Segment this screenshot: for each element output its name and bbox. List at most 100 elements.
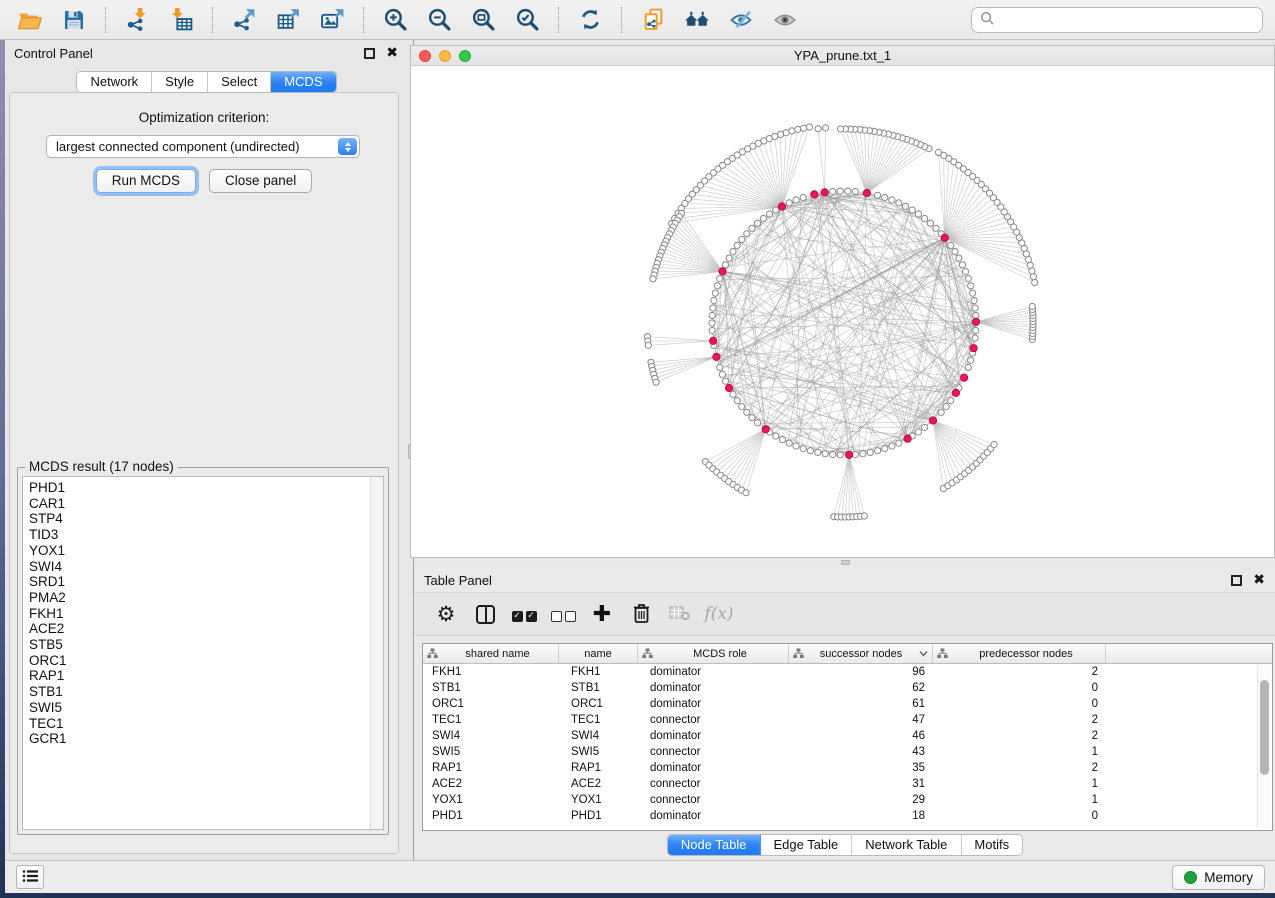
mcds-result-item[interactable]: YOX1 — [29, 543, 383, 559]
network-node[interactable] — [717, 276, 723, 282]
network-node[interactable] — [837, 188, 843, 194]
network-node[interactable] — [806, 124, 812, 130]
search-box[interactable] — [971, 7, 1263, 33]
table-cell[interactable]: dominator — [638, 682, 789, 694]
network-node[interactable] — [773, 433, 779, 439]
table-cell[interactable]: 0 — [933, 810, 1106, 822]
table-options-button[interactable]: ⚙ — [431, 599, 461, 629]
network-node[interactable] — [815, 126, 821, 132]
table-cell[interactable]: YOX1 — [559, 794, 638, 806]
network-node[interactable] — [965, 364, 971, 370]
mcds-result-item[interactable]: SWI5 — [29, 700, 383, 716]
network-node[interactable] — [922, 215, 928, 221]
network-node[interactable] — [734, 242, 740, 248]
table-cell[interactable]: STB1 — [423, 682, 559, 694]
minimize-window-button[interactable] — [439, 50, 451, 62]
save-session-button[interactable] — [57, 4, 91, 36]
network-node[interactable] — [896, 200, 902, 206]
mcds-result-item[interactable]: STB5 — [29, 637, 383, 653]
table-cell[interactable]: ORC1 — [423, 698, 559, 710]
table-cell[interactable]: RAP1 — [559, 762, 638, 774]
table-cell[interactable]: TEC1 — [423, 714, 559, 726]
mcds-result-item[interactable]: STB1 — [29, 684, 383, 700]
tab-select[interactable]: Select — [208, 72, 271, 92]
table-tab-network-table[interactable]: Network Table — [852, 835, 961, 855]
table-row[interactable]: ORC1ORC1dominator610 — [423, 696, 1272, 712]
network-node[interactable] — [845, 188, 851, 194]
hide-selected-button[interactable] — [724, 4, 758, 36]
network-node[interactable] — [959, 262, 965, 268]
function-builder-button-disabled[interactable]: f(x) — [704, 599, 734, 629]
network-node[interactable] — [889, 197, 895, 203]
network-node[interactable] — [760, 215, 766, 221]
network-node[interactable] — [714, 283, 720, 289]
network-node[interactable] — [971, 297, 977, 303]
network-node[interactable] — [915, 429, 921, 435]
mcds-hub-node[interactable] — [970, 345, 977, 352]
network-node[interactable] — [726, 255, 732, 261]
network-node[interactable] — [773, 207, 779, 213]
mcds-result-list[interactable]: PHD1CAR1STP4TID3YOX1SWI4SRD1PMA2FKH1ACE2… — [22, 476, 384, 830]
network-node[interactable] — [933, 225, 939, 231]
memory-button[interactable]: Memory — [1172, 865, 1265, 890]
table-cell[interactable]: connector — [638, 746, 789, 758]
network-node[interactable] — [734, 398, 740, 404]
deselect-all-button[interactable]: ✓✓ — [548, 599, 578, 629]
mcds-result-item[interactable]: CAR1 — [29, 496, 383, 512]
network-node[interactable] — [717, 364, 723, 370]
network-node[interactable] — [711, 297, 717, 303]
table-cell[interactable]: connector — [638, 794, 789, 806]
run-mcds-button[interactable]: Run MCDS — [96, 169, 196, 193]
network-node[interactable] — [903, 203, 909, 209]
table-cell[interactable]: PHD1 — [423, 810, 559, 822]
table-cell[interactable]: 29 — [789, 794, 933, 806]
float-panel-icon[interactable] — [364, 48, 375, 59]
network-node[interactable] — [943, 404, 949, 410]
network-node[interactable] — [709, 327, 715, 333]
table-cell[interactable]: SWI4 — [423, 730, 559, 742]
mcds-hub-node[interactable] — [929, 417, 936, 424]
table-cell[interactable]: SWI5 — [559, 746, 638, 758]
table-cell[interactable]: ORC1 — [559, 698, 638, 710]
network-node[interactable] — [938, 409, 944, 415]
refresh-layout-button[interactable] — [573, 4, 607, 36]
network-node[interactable] — [956, 255, 962, 261]
mcds-hub-node[interactable] — [952, 389, 959, 396]
zoom-fit-button[interactable] — [466, 4, 500, 36]
show-all-button[interactable] — [768, 4, 802, 36]
table-cell[interactable]: SWI4 — [559, 730, 638, 742]
network-node[interactable] — [1029, 303, 1035, 309]
network-node[interactable] — [860, 451, 866, 457]
network-node[interactable] — [965, 276, 971, 282]
mcds-result-item[interactable]: PMA2 — [29, 590, 383, 606]
mcds-hub-node[interactable] — [961, 374, 968, 381]
network-node[interactable] — [744, 409, 750, 415]
create-column-button[interactable]: ✚ — [587, 599, 617, 629]
network-node[interactable] — [963, 269, 969, 275]
network-node[interactable] — [709, 312, 715, 318]
table-cell[interactable]: 46 — [789, 730, 933, 742]
tab-network[interactable]: Network — [77, 72, 152, 92]
mcds-hub-node[interactable] — [941, 234, 948, 241]
table-scrollbar[interactable] — [1257, 665, 1271, 829]
network-node[interactable] — [837, 452, 843, 458]
table-cell[interactable]: 96 — [789, 666, 933, 678]
network-node[interactable] — [973, 327, 979, 333]
mcds-hub-node[interactable] — [726, 384, 733, 391]
network-node[interactable] — [875, 192, 881, 198]
network-node[interactable] — [749, 415, 755, 421]
column-header-MCDS-role[interactable]: MCDS role — [638, 644, 789, 663]
column-header-successor-nodes[interactable]: successor nodes — [789, 644, 933, 663]
network-node[interactable] — [882, 194, 888, 200]
splitter-grip[interactable] — [841, 560, 850, 565]
column-header-shared-name[interactable]: shared name — [423, 644, 559, 663]
mcds-hub-node[interactable] — [972, 318, 979, 325]
zoom-window-button[interactable] — [459, 50, 471, 62]
mcds-result-item[interactable]: SRD1 — [29, 574, 383, 590]
column-header-name[interactable]: name — [559, 644, 638, 663]
mcds-result-item[interactable]: TEC1 — [29, 716, 383, 732]
table-cell[interactable]: 31 — [789, 778, 933, 790]
table-cell[interactable]: FKH1 — [559, 666, 638, 678]
mcds-result-item[interactable]: ACE2 — [29, 621, 383, 637]
mcds-result-item[interactable]: SWI4 — [29, 559, 383, 575]
